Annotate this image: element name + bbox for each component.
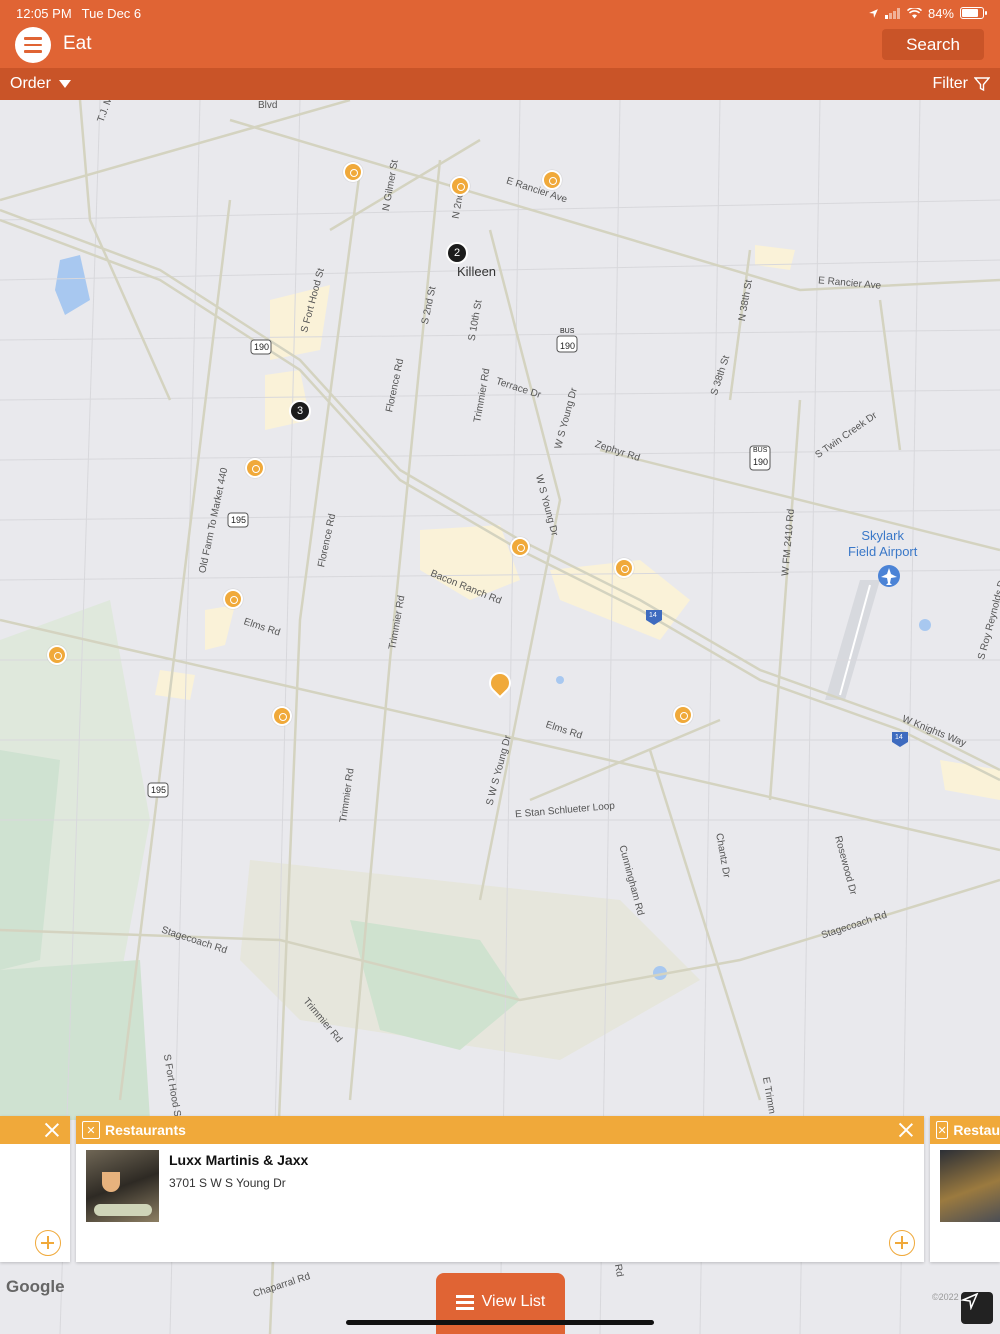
page-title: Eat — [63, 33, 92, 54]
hwy-shield-190-a: 190 — [254, 342, 270, 352]
restaurant-pin[interactable] — [343, 162, 363, 182]
restaurant-icon: ✕ — [82, 1121, 100, 1139]
navigation-arrow-icon — [961, 1292, 979, 1310]
restaurant-icon: ✕ — [936, 1121, 949, 1139]
cellular-signal-icon — [884, 7, 900, 19]
hwy-shield-14-a: 14 — [649, 612, 657, 619]
road-label: Rd — [611, 1263, 625, 1278]
menu-button[interactable] — [15, 27, 51, 63]
hwy-shield-190-c: 190 — [753, 457, 769, 467]
restaurant-pin[interactable] — [510, 537, 530, 557]
battery-percent: 84% — [927, 5, 954, 21]
restaurant-address: 3701 S W S Young Dr — [169, 1176, 286, 1190]
add-button[interactable] — [889, 1230, 915, 1256]
restaurant-pin[interactable] — [47, 645, 67, 665]
hwy-shield-195-a: 195 — [231, 515, 247, 525]
card-category: Restau — [953, 1122, 1000, 1138]
restaurant-name[interactable]: Luxx Martinis & Jaxx — [169, 1152, 308, 1168]
next-restaurant-card[interactable]: ✕ Restau — [930, 1116, 1000, 1262]
filter-label: Filter — [932, 75, 968, 92]
locate-me-button[interactable] — [961, 1292, 993, 1324]
status-right: 84% — [868, 5, 987, 21]
restaurant-pin[interactable] — [272, 706, 292, 726]
road-label: Blvd — [258, 100, 278, 111]
card-category: Restaurants — [105, 1122, 186, 1138]
restaurant-pin[interactable] — [245, 458, 265, 478]
caret-down-icon — [58, 80, 71, 88]
order-label: Order — [10, 75, 51, 92]
restaurant-card[interactable]: ✕ Restaurants Luxx Martinis & Jaxx 3701 … — [76, 1116, 924, 1262]
add-button[interactable] — [35, 1230, 61, 1256]
order-dropdown[interactable]: Order — [10, 75, 71, 93]
status-bar: 12:05 PM Tue Dec 6 84% — [16, 4, 987, 22]
close-icon[interactable] — [44, 1122, 60, 1138]
hwy-bus-label-b: BUS — [753, 447, 768, 454]
funnel-icon — [974, 77, 990, 92]
restaurant-pin[interactable] — [223, 589, 243, 609]
restaurant-pin[interactable] — [614, 558, 634, 578]
cluster-marker[interactable]: 2 — [446, 242, 468, 264]
filter-button[interactable]: Filter — [932, 75, 990, 93]
card-header: ✕ Restaurants — [76, 1116, 924, 1144]
app-header: 12:05 PM Tue Dec 6 84% Eat Search — [0, 0, 1000, 68]
restaurant-pin[interactable] — [450, 176, 470, 196]
location-arrow-icon — [869, 8, 878, 18]
hwy-shield-190-b: 190 — [560, 341, 576, 351]
battery-icon — [960, 7, 987, 19]
sort-filter-bar: Order Filter — [0, 68, 1000, 100]
hwy-shield-14-b: 14 — [895, 734, 903, 741]
hwy-bus-label-a: BUS — [560, 328, 575, 335]
airport-label: Skylark Field Airport — [848, 528, 918, 559]
status-time: 12:05 PM — [16, 5, 72, 21]
restaurant-pin[interactable] — [542, 170, 562, 190]
restaurant-photo — [86, 1150, 159, 1222]
home-indicator — [346, 1320, 654, 1325]
restaurant-photo — [940, 1150, 1000, 1222]
status-date: Tue Dec 6 — [81, 5, 142, 21]
wifi-icon — [906, 7, 922, 18]
list-icon — [455, 1295, 474, 1310]
city-label: Killeen — [457, 264, 497, 279]
view-list-label: View List — [481, 1293, 546, 1310]
cluster-marker[interactable]: 3 — [289, 400, 311, 422]
search-button[interactable]: Search — [882, 29, 984, 60]
map-copyright: ©2022 — [932, 1292, 959, 1302]
card-header: ✕ Restau — [930, 1116, 1000, 1144]
card-header — [0, 1116, 70, 1144]
restaurant-pin[interactable] — [673, 705, 693, 725]
prev-restaurant-card[interactable] — [0, 1116, 70, 1262]
close-icon[interactable] — [898, 1122, 914, 1138]
google-logo: Google — [6, 1277, 65, 1296]
hwy-shield-195-b: 195 — [151, 785, 167, 795]
